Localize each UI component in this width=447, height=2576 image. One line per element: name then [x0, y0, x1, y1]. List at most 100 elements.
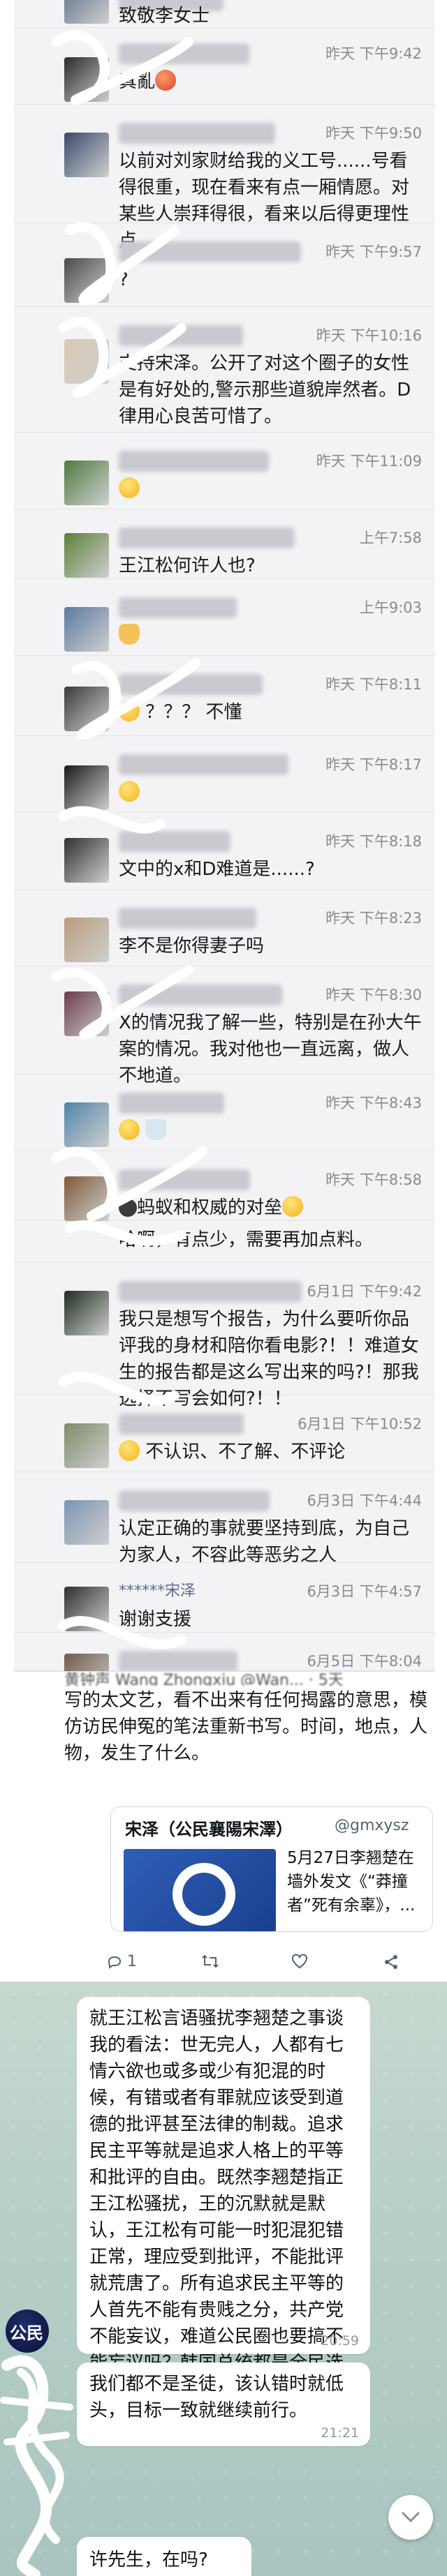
comment-time: 昨天 下午9:42 [325, 45, 422, 62]
comment-row[interactable]: 上午7:58 王江松何许人也? [14, 509, 434, 579]
commenter-name[interactable] [119, 1281, 302, 1302]
comment-row[interactable]: 6月1日 下午9:42 我只是想写个报告，为什么要听你品评我的身材和陪你看电影?！… [14, 1263, 434, 1409]
mask-face-icon [119, 701, 140, 721]
tweet-card[interactable]: 黄钟声 Wang Zhongxiu @Wan... · 5天 写的太文艺，看不出… [14, 1671, 434, 1982]
commenter-avatar[interactable] [64, 0, 109, 24]
chat-view[interactable]: 就王江松言语骚扰李翘楚之事谈我的看法：世无完人，人都有七情六欲也或多或少有犯混的… [0, 1982, 447, 2576]
commenter-name[interactable] [119, 325, 243, 346]
commenter-name[interactable] [119, 43, 249, 64]
comment-row[interactable]: 致敬李女士 [14, 0, 434, 28]
ant-icon [119, 1199, 137, 1217]
commenter-name[interactable] [119, 908, 256, 929]
commenter-name[interactable] [119, 451, 269, 472]
commenter-name[interactable]: ******宋泽 [119, 1581, 196, 1602]
commenter-name[interactable] [119, 527, 295, 548]
commenter-name[interactable] [119, 984, 282, 1005]
commenter-avatar[interactable] [64, 57, 109, 102]
ant-and-smile-icon [282, 1196, 304, 1217]
avatar-text: 公民 [10, 2323, 43, 2343]
commenter-avatar[interactable] [64, 133, 109, 177]
message-bubble[interactable]: 许先生，在吗? [77, 2537, 251, 2576]
commenter-avatar[interactable] [64, 607, 109, 652]
commenter-avatar[interactable] [64, 1423, 109, 1468]
comment-time: 昨天 下午8:30 [325, 987, 422, 1003]
smiling-face-icon [119, 1440, 140, 1461]
comment-row[interactable]: 昨天 下午9:42 真亂 [14, 28, 434, 105]
comment-row[interactable]: 昨天 下午8:23 李不是你得妻子吗 [14, 890, 434, 966]
comment-time: 6月1日 下午9:42 [307, 1283, 422, 1300]
comment-time: 昨天 下午8:43 [325, 1095, 422, 1111]
commenter-avatar[interactable] [64, 1291, 109, 1335]
commenter-avatar[interactable] [64, 838, 109, 883]
comment-row[interactable]: 昨天 下午8:30 X的情况我了解一些，特别是在孙大午案的情况。我对他也一直远离，… [14, 966, 434, 1086]
comment-row[interactable]: 哈啊，有点少，需要再加点料。 [14, 1221, 434, 1263]
commenter-avatar[interactable] [64, 918, 109, 962]
share-icon [385, 1955, 397, 1969]
comment-time: 昨天 下午8:18 [325, 833, 422, 850]
comment-row[interactable]: 昨天 下午9:50 以前对刘家财给我的义工号......号看得很重，现在看来有点一… [14, 105, 434, 251]
comment-text [119, 1118, 422, 1144]
smiling-face-icon [119, 781, 140, 802]
commenter-name[interactable] [119, 1490, 270, 1511]
comment-row[interactable]: 6月1日 下午10:52 不认识、不了解、不评论 [14, 1395, 434, 1472]
commenter-name[interactable] [119, 1414, 244, 1435]
message-bubble[interactable]: 我们都不是圣徒，该认错时就低头，目标一致就继续前行。 21:21 [77, 2362, 370, 2446]
comment-row[interactable]: 昨天 下午8:43 [14, 1074, 434, 1151]
commenter-avatar[interactable] [64, 460, 109, 505]
commenter-avatar[interactable] [64, 1176, 109, 1221]
comment-row[interactable]: 6月5日 下午8:04延安! [14, 1633, 434, 1700]
retweet-icon [202, 1954, 219, 1968]
commenter-name[interactable] [119, 123, 275, 144]
share-button[interactable] [382, 1953, 400, 1971]
comment-text [119, 622, 422, 649]
commenter-name[interactable] [119, 831, 230, 852]
commenter-name[interactable] [119, 754, 288, 775]
comment-text [119, 779, 422, 806]
comment-text: 李不是你得妻子吗 [119, 936, 265, 957]
comment-row[interactable]: 昨天 下午11:09 [14, 433, 434, 509]
commenter-name[interactable] [119, 241, 301, 262]
commenter-avatar[interactable] [64, 991, 109, 1036]
comment-text: 认定正确的事就要坚持到底，为自己为家人，不容此等恶劣之人 [119, 1518, 410, 1566]
scroll-down-button[interactable] [388, 2495, 433, 2540]
comment-row[interactable]: 6月3日 下午4:44 认定正确的事就要坚持到底，为自己为家人，不容此等恶劣之人 [14, 1472, 434, 1566]
comment-text: ? [119, 269, 129, 290]
commenter-avatar[interactable] [64, 765, 109, 810]
retweet-button[interactable] [200, 1953, 220, 1970]
commenter-name[interactable] [119, 1093, 224, 1114]
comment-row[interactable]: 昨天 下午9:57? [14, 223, 434, 307]
like-button[interactable] [291, 1953, 309, 1970]
commenter-name[interactable] [119, 674, 263, 695]
commenter-avatar[interactable] [64, 258, 109, 303]
commenter-name[interactable] [119, 597, 237, 618]
chevron-down-icon [402, 2512, 420, 2523]
comment-row[interactable]: 昨天 下午10:16 支持宋泽。公开了对这个圈子的女性是有好处的,警示那些道貌岸然… [14, 307, 434, 433]
commenter-avatar[interactable] [64, 1102, 109, 1147]
commenter-avatar[interactable] [64, 533, 109, 578]
commenter-name[interactable] [119, 1169, 250, 1190]
comment-row[interactable]: 昨天 下午8:11 ？？？ 不懂 [14, 656, 434, 736]
comment-time: 6月1日 下午10:52 [298, 1416, 422, 1432]
comment-row[interactable]: 昨天 下午8:17 [14, 736, 434, 813]
commenter-avatar[interactable] [64, 687, 109, 731]
commenter-avatar[interactable] [64, 339, 109, 384]
smiling-face-icon [119, 477, 140, 498]
message-text: 我们都不是圣徒，该认错时就低头，目标一致就继续前行。 [89, 2374, 344, 2421]
message-bubble[interactable]: 就王江松言语骚扰李翘楚之事谈我的看法：世无完人，人都有七情六欲也或多或少有犯混的… [77, 1997, 370, 2427]
comment-time: 昨天 下午8:58 [325, 1171, 422, 1188]
face-and-cup-icon [119, 1119, 140, 1140]
quoted-tweet[interactable]: 宋泽（公民襄陽宋澤） @gmxysz 5月27日李翘楚在墙外发文《“莽撞者”死有… [110, 1806, 433, 1932]
commenter-avatar[interactable] [64, 1500, 109, 1545]
comment-row[interactable]: 上午9:03 [14, 579, 434, 656]
comment-time: 昨天 下午9:57 [325, 244, 422, 260]
quoted-tweet-text: 5月27日李翘楚在墙外发文《“莽撞者”死有余辜》，... [287, 1849, 416, 1915]
tweet-author-line[interactable]: 黄钟声 Wang Zhongxiu @Wan... · 5天 [64, 1668, 423, 1686]
comment-text: 支持宋泽。公开了对这个圈子的女性是有好处的,警示那些道貌岸然者。D律用心良苦可惜… [119, 353, 411, 427]
comment-row[interactable]: 昨天 下午8:58 蚂蚁和权威的对垒 [14, 1151, 434, 1221]
comment-row[interactable]: ******宋泽 6月3日 下午4:57 谢谢支援 [14, 1563, 434, 1633]
sender-avatar[interactable]: 公民 [6, 2309, 49, 2353]
commenter-avatar[interactable] [64, 1587, 109, 1631]
message-text: 许先生，在吗? [89, 2549, 208, 2570]
comment-row[interactable]: 昨天 下午8:18 文中的x和D难道是......? [14, 813, 434, 890]
reply-button[interactable]: 1 [106, 1953, 137, 1970]
